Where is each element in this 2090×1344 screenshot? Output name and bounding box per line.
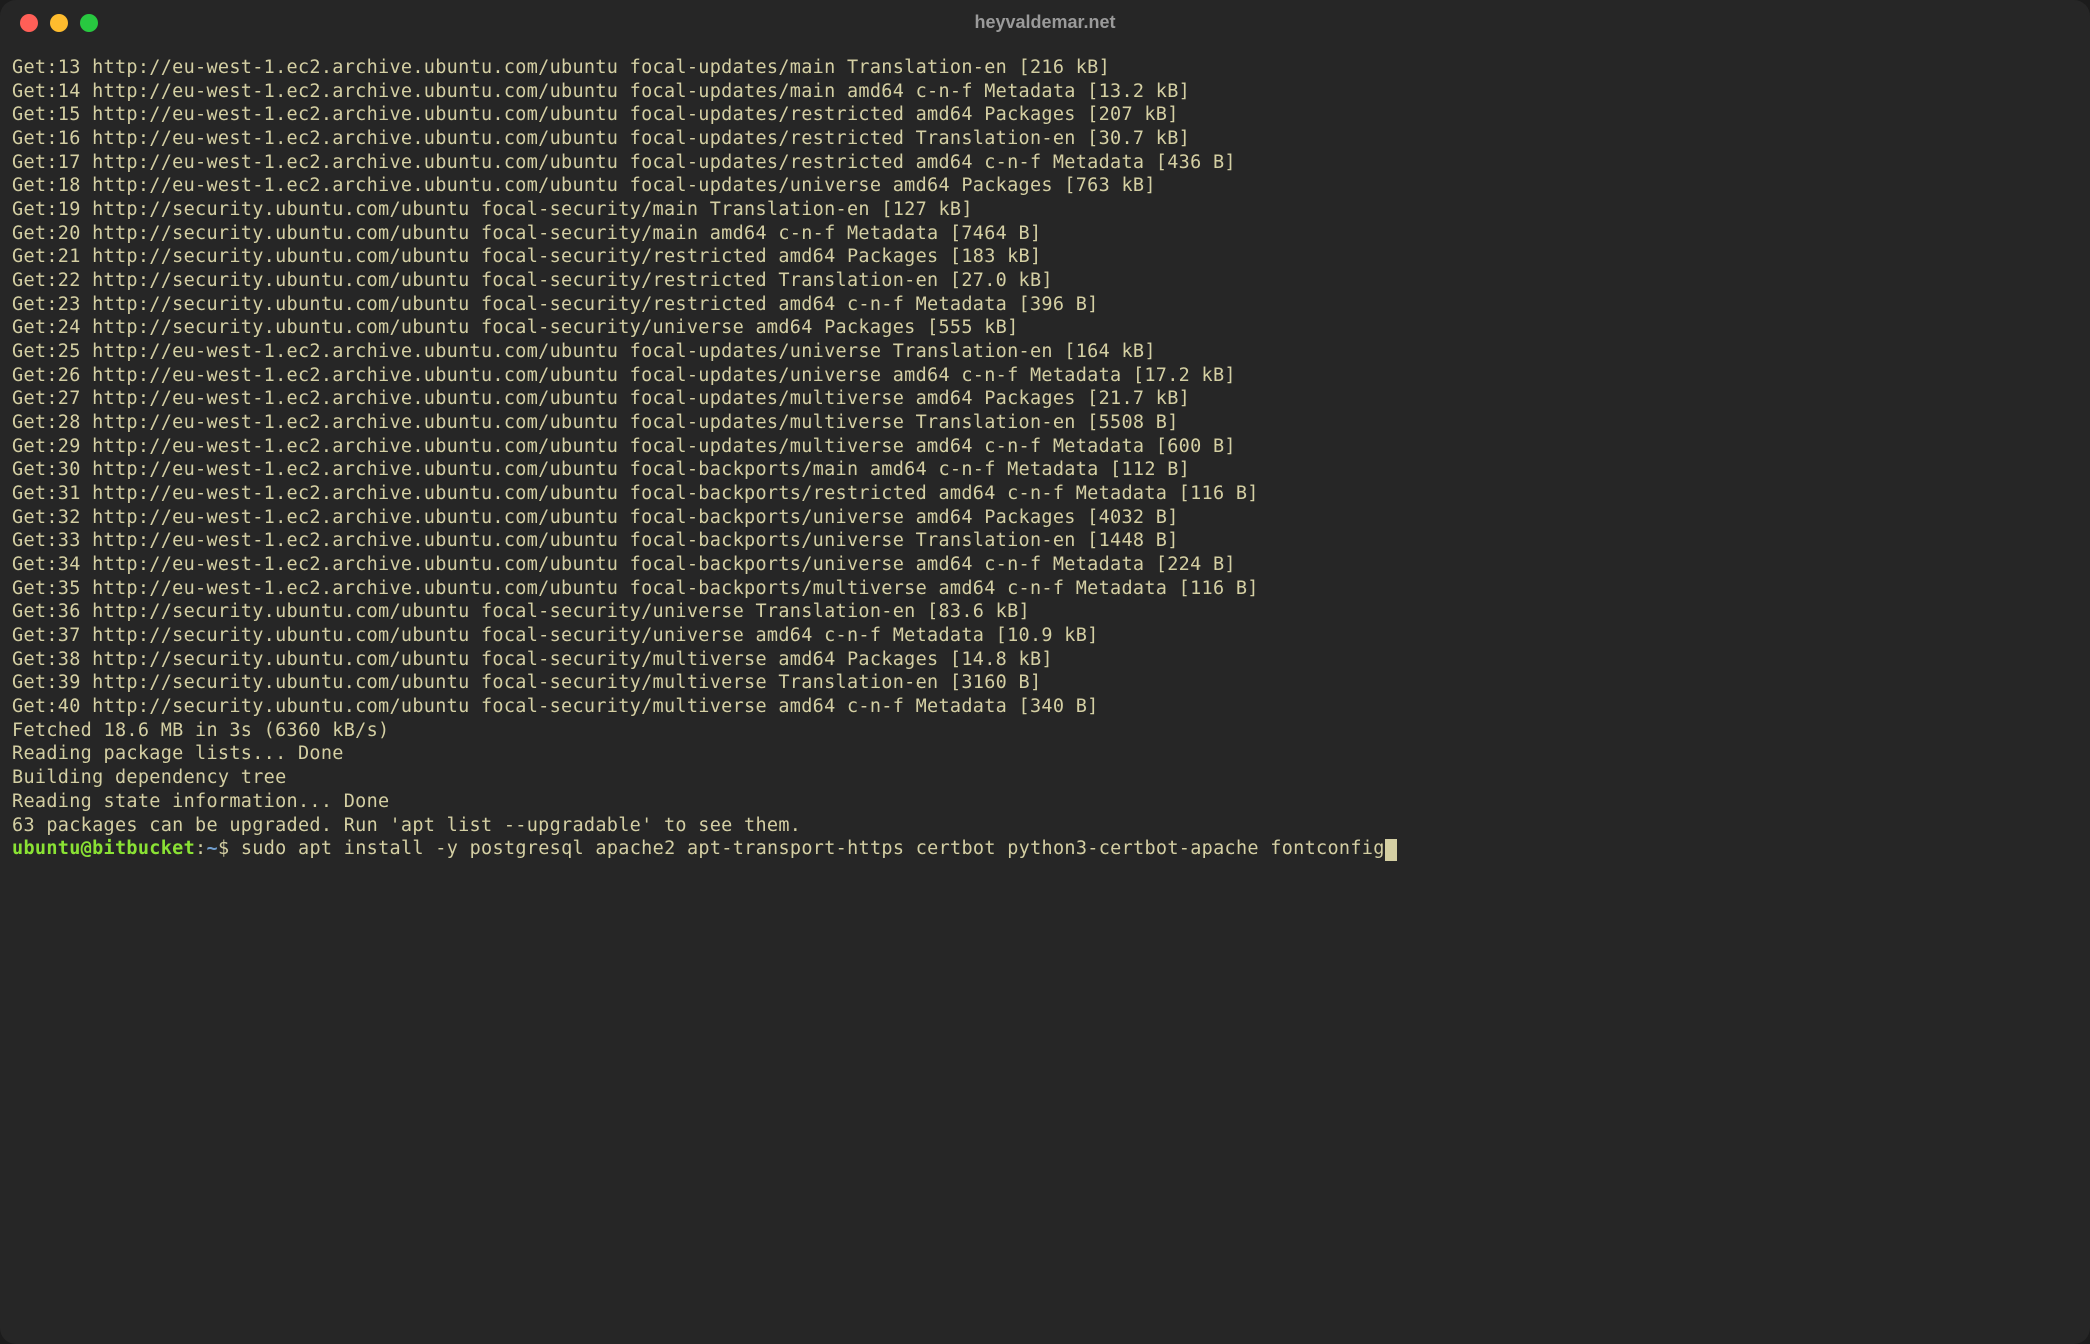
cursor-icon (1385, 839, 1397, 861)
output-line: Get:35 http://eu-west-1.ec2.archive.ubun… (12, 577, 2078, 601)
output-line: Get:38 http://security.ubuntu.com/ubuntu… (12, 648, 2078, 672)
output-line: Reading state information... Done (12, 790, 2078, 814)
output-line: Get:24 http://security.ubuntu.com/ubuntu… (12, 316, 2078, 340)
output-line: Get:31 http://eu-west-1.ec2.archive.ubun… (12, 482, 2078, 506)
output-line: 63 packages can be upgraded. Run 'apt li… (12, 814, 2078, 838)
output-line: Get:30 http://eu-west-1.ec2.archive.ubun… (12, 458, 2078, 482)
maximize-icon[interactable] (80, 14, 98, 32)
output-line: Get:36 http://security.ubuntu.com/ubuntu… (12, 600, 2078, 624)
minimize-icon[interactable] (50, 14, 68, 32)
output-line: Get:40 http://security.ubuntu.com/ubuntu… (12, 695, 2078, 719)
output-line: Get:27 http://eu-west-1.ec2.archive.ubun… (12, 387, 2078, 411)
titlebar[interactable]: heyvaldemar.net (0, 0, 2090, 46)
output-line: Get:39 http://security.ubuntu.com/ubuntu… (12, 671, 2078, 695)
output-line: Fetched 18.6 MB in 3s (6360 kB/s) (12, 719, 2078, 743)
output-line: Get:23 http://security.ubuntu.com/ubuntu… (12, 293, 2078, 317)
output-line: Get:17 http://eu-west-1.ec2.archive.ubun… (12, 151, 2078, 175)
prompt-line[interactable]: ubuntu@bitbucket:~$ sudo apt install -y … (12, 837, 2078, 861)
output-line: Get:19 http://security.ubuntu.com/ubuntu… (12, 198, 2078, 222)
output-line: Get:16 http://eu-west-1.ec2.archive.ubun… (12, 127, 2078, 151)
output-line: Get:28 http://eu-west-1.ec2.archive.ubun… (12, 411, 2078, 435)
output-line: Get:33 http://eu-west-1.ec2.archive.ubun… (12, 529, 2078, 553)
output-line: Get:26 http://eu-west-1.ec2.archive.ubun… (12, 364, 2078, 388)
output-line: Get:29 http://eu-west-1.ec2.archive.ubun… (12, 435, 2078, 459)
output-line: Reading package lists... Done (12, 742, 2078, 766)
prompt-colon: : (195, 838, 206, 859)
output-line: Get:14 http://eu-west-1.ec2.archive.ubun… (12, 80, 2078, 104)
output-line: Get:13 http://eu-west-1.ec2.archive.ubun… (12, 56, 2078, 80)
output-line: Get:18 http://eu-west-1.ec2.archive.ubun… (12, 174, 2078, 198)
prompt-user: ubuntu (12, 838, 81, 859)
prompt-dollar: $ (218, 838, 229, 859)
output-line: Get:32 http://eu-west-1.ec2.archive.ubun… (12, 506, 2078, 530)
output-line: Get:22 http://security.ubuntu.com/ubuntu… (12, 269, 2078, 293)
output-line: Get:37 http://security.ubuntu.com/ubuntu… (12, 624, 2078, 648)
output-line: Get:25 http://eu-west-1.ec2.archive.ubun… (12, 340, 2078, 364)
output-line: Get:21 http://security.ubuntu.com/ubuntu… (12, 245, 2078, 269)
traffic-lights (20, 14, 98, 32)
prompt-at: @ (81, 838, 92, 859)
terminal-body[interactable]: Get:13 http://eu-west-1.ec2.archive.ubun… (0, 46, 2090, 1344)
output-line: Building dependency tree (12, 766, 2078, 790)
output-line: Get:34 http://eu-west-1.ec2.archive.ubun… (12, 553, 2078, 577)
prompt-host: bitbucket (92, 838, 195, 859)
output-line: Get:15 http://eu-west-1.ec2.archive.ubun… (12, 103, 2078, 127)
terminal-window: heyvaldemar.net Get:13 http://eu-west-1.… (0, 0, 2090, 1344)
output-line: Get:20 http://security.ubuntu.com/ubuntu… (12, 222, 2078, 246)
close-icon[interactable] (20, 14, 38, 32)
window-title: heyvaldemar.net (974, 11, 1115, 34)
prompt-path: ~ (207, 838, 218, 859)
command-input[interactable]: sudo apt install -y postgresql apache2 a… (241, 838, 1385, 859)
